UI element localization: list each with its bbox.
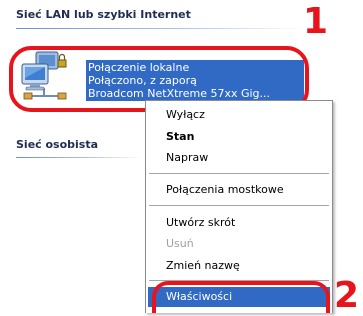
network-connection-icon (18, 50, 70, 102)
menu-separator (149, 280, 329, 281)
menu-item-properties[interactable]: Właściwości (148, 287, 330, 307)
connection-device: Broadcom NetXtreme 57xx Gig... (88, 87, 271, 100)
callout-number-2: 2 (334, 275, 360, 316)
lan-section-header: Sieć LAN lub szybki Internet (16, 8, 191, 21)
menu-item-create-shortcut[interactable]: Utwórz skrót (146, 213, 332, 233)
connection-status: Połączono, z zaporą (88, 74, 197, 87)
callout-number-1: 1 (303, 1, 329, 42)
menu-separator (149, 205, 329, 206)
menu-item-rename[interactable]: Zmień nazwę (146, 256, 332, 276)
personal-section-divider (16, 157, 142, 158)
lan-section-divider (16, 28, 306, 29)
menu-item-delete: Usuń (166, 237, 194, 250)
connection-details[interactable]: Połączenie lokalne Połączono, z zaporą B… (86, 60, 304, 101)
menu-item-bridge-connections[interactable]: Połączenia mostkowe (146, 180, 332, 200)
connection-name: Połączenie lokalne (88, 61, 190, 74)
menu-item-disable[interactable]: Wyłącz (146, 105, 332, 125)
menu-separator (149, 173, 329, 174)
context-menu: Wyłącz Stan Napraw Połączenia mostkowe U… (145, 100, 333, 313)
menu-item-repair[interactable]: Napraw (146, 148, 332, 168)
menu-item-status[interactable]: Stan (146, 127, 332, 147)
